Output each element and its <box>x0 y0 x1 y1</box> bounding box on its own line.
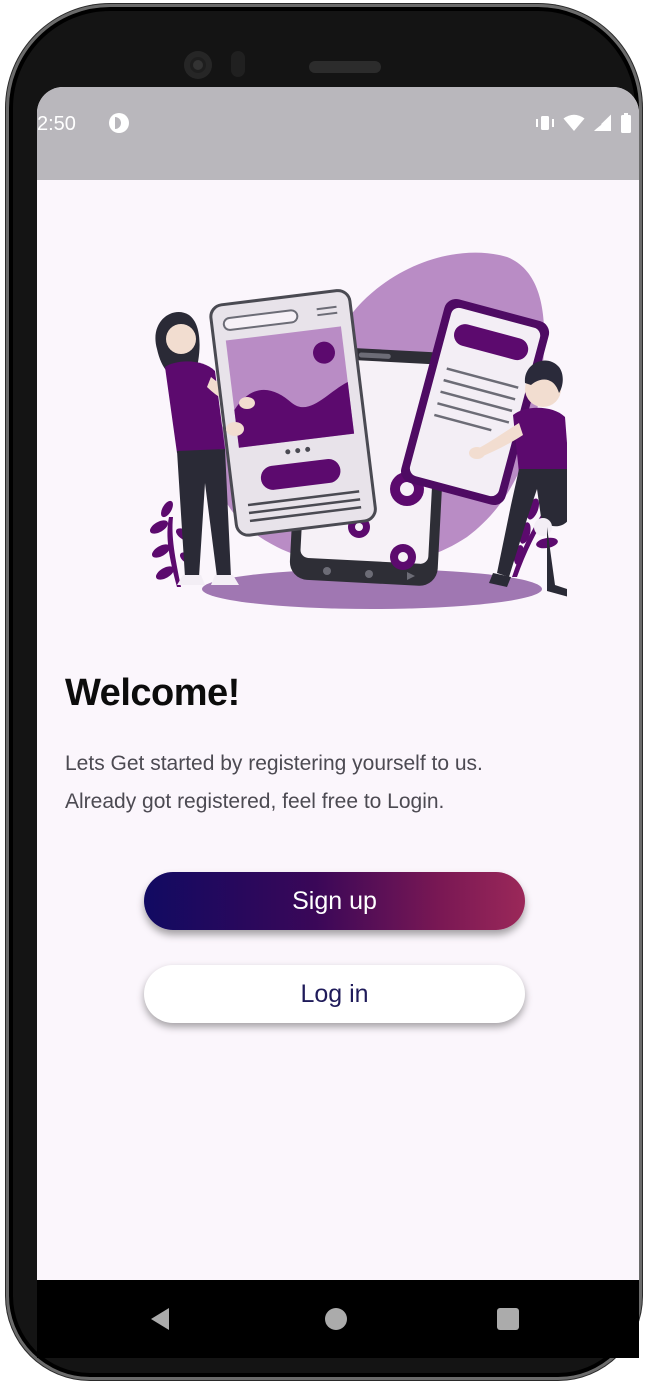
welcome-line-1: Lets Get started by registering yourself… <box>65 752 483 775</box>
recents-icon[interactable] <box>497 1308 519 1330</box>
onboarding-illustration-icon <box>149 252 567 609</box>
front-camera-icon <box>184 51 212 79</box>
status-time: 2:50 <box>37 113 76 135</box>
proximity-sensor <box>231 51 245 77</box>
sign-up-button[interactable]: Sign up <box>144 872 525 930</box>
home-icon[interactable] <box>325 1308 347 1330</box>
status-icons <box>535 113 631 133</box>
welcome-line-2: Already got registered, feel free to Log… <box>65 790 445 813</box>
earpiece-speaker <box>309 61 381 73</box>
status-bar: 2:50 <box>37 87 639 180</box>
wifi-icon <box>563 114 585 131</box>
app-screen: 2:50 Welcome! Lets Get started by regist… <box>37 87 639 1280</box>
back-icon[interactable] <box>151 1308 169 1330</box>
welcome-description: Lets Get started by registering yourself… <box>65 745 625 821</box>
navigation-bar <box>37 1280 639 1358</box>
log-in-button[interactable]: Log in <box>144 965 525 1023</box>
vibrate-icon <box>536 116 554 130</box>
app-notification-icon <box>109 113 129 133</box>
welcome-title: Welcome! <box>65 672 240 714</box>
battery-icon <box>621 113 631 133</box>
signal-icon <box>594 114 611 131</box>
